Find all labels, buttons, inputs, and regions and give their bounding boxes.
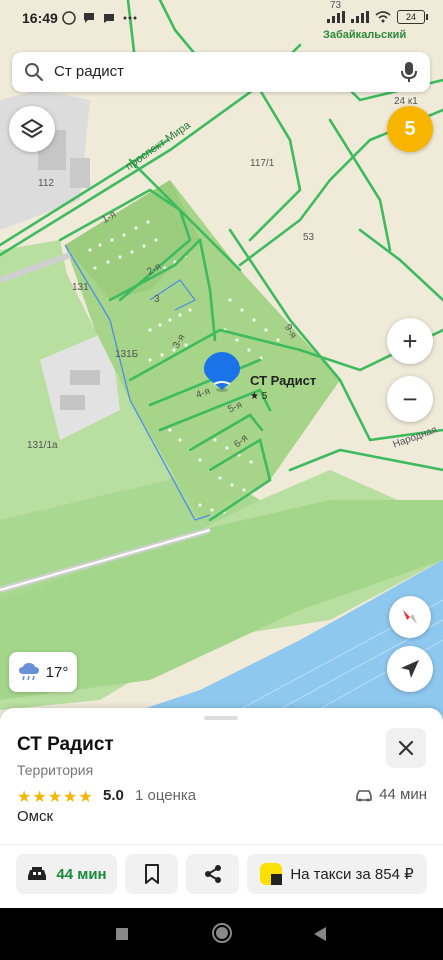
house-number: 53: [303, 232, 315, 243]
status-bar: 16:49 24: [0, 0, 443, 36]
recent-apps-icon[interactable]: [114, 926, 130, 942]
compass-button[interactable]: [389, 596, 431, 638]
bookmark-icon: [144, 864, 159, 884]
back-icon[interactable]: [312, 926, 328, 942]
chat-icon: [84, 13, 94, 23]
rating-value: 5.0: [103, 787, 124, 804]
place-card[interactable]: СТ Радист Территория ★ ★ ★ ★ ★ 5.0 1 оценка …: [0, 708, 443, 908]
place-category: Территория: [17, 762, 94, 778]
system-icons: 24: [327, 10, 428, 24]
yandex-taxi-icon: [260, 863, 283, 885]
order-taxi-button[interactable]: На такси за 854 ₽: [247, 854, 427, 894]
place-city: Омск: [17, 808, 54, 825]
search-bar[interactable]: Ст радист: [12, 52, 430, 92]
route-taxi-button[interactable]: 44 мин: [16, 854, 117, 894]
navigation-arrow-icon: [401, 660, 419, 678]
house-number: 3: [154, 294, 160, 305]
drag-handle[interactable]: [204, 716, 238, 720]
search-icon: [25, 63, 44, 82]
car-icon: [356, 789, 372, 801]
battery-icon: 24: [397, 10, 428, 24]
house-number: 112: [38, 178, 54, 189]
star-icon: ★: [17, 789, 32, 806]
weather-widget[interactable]: 17°: [9, 652, 77, 692]
my-location-button[interactable]: [387, 646, 433, 692]
poi-rating: ★ 5: [250, 391, 268, 402]
drive-time[interactable]: 44 мин: [355, 786, 427, 803]
notification-badge[interactable]: 5: [387, 106, 433, 152]
bookmark-button[interactable]: [125, 854, 178, 894]
star-icon: ★: [78, 789, 93, 806]
close-icon: [398, 740, 414, 756]
message-icon: [104, 14, 114, 23]
close-button[interactable]: [386, 728, 426, 768]
house-number: 131/1а: [27, 440, 58, 451]
taxi-car-icon: [28, 867, 47, 880]
location-pin-icon[interactable]: [202, 350, 242, 399]
compass-icon: [403, 610, 417, 624]
status-time: 16:49: [22, 10, 58, 26]
more-icon: [123, 16, 137, 20]
share-button[interactable]: [186, 854, 239, 894]
house-number: 131: [72, 282, 89, 293]
signal-icon: [327, 11, 345, 23]
system-nav-bar: [0, 908, 443, 960]
layers-icon: [21, 119, 43, 138]
home-icon[interactable]: [211, 922, 233, 944]
taxi-time-label: 44 мин: [56, 865, 107, 883]
whatsapp-icon: [62, 11, 76, 25]
divider: [0, 844, 443, 845]
house-number: 117/1: [250, 158, 275, 169]
search-input[interactable]: Ст радист: [54, 63, 124, 80]
place-title: СТ Радист: [17, 734, 114, 755]
layers-button[interactable]: [9, 106, 55, 152]
star-icon: ★: [63, 789, 78, 806]
share-icon: [204, 865, 221, 883]
signal-icon: [351, 11, 369, 23]
house-number: 131Б: [115, 349, 139, 360]
poi-label[interactable]: СТ Радист: [250, 373, 316, 388]
star-icon: ★: [32, 789, 47, 806]
weather-temperature: 17°: [45, 663, 69, 681]
rain-cloud-icon: [18, 663, 39, 681]
drive-time-label: 44 мин: [379, 786, 427, 803]
star-icon: ★: [47, 789, 63, 806]
zoom-out-button[interactable]: −: [387, 376, 433, 422]
rating-stars: ★ ★ ★ ★ ★: [17, 787, 93, 807]
microphone-icon[interactable]: [400, 61, 418, 83]
screen: Забайкальский проспект Мира 1-я 2-я 3-я …: [0, 0, 443, 960]
action-row: 44 мин На такси за 854 ₽: [16, 854, 427, 894]
wifi-icon: [375, 11, 391, 23]
taxi-price-label: На такси за 854 ₽: [290, 866, 414, 883]
minus-icon: −: [402, 383, 418, 414]
notification-icons: [62, 11, 138, 25]
zoom-in-button[interactable]: +: [387, 318, 433, 364]
reviews-count[interactable]: 1 оценка: [135, 787, 196, 804]
plus-icon: +: [402, 325, 418, 356]
